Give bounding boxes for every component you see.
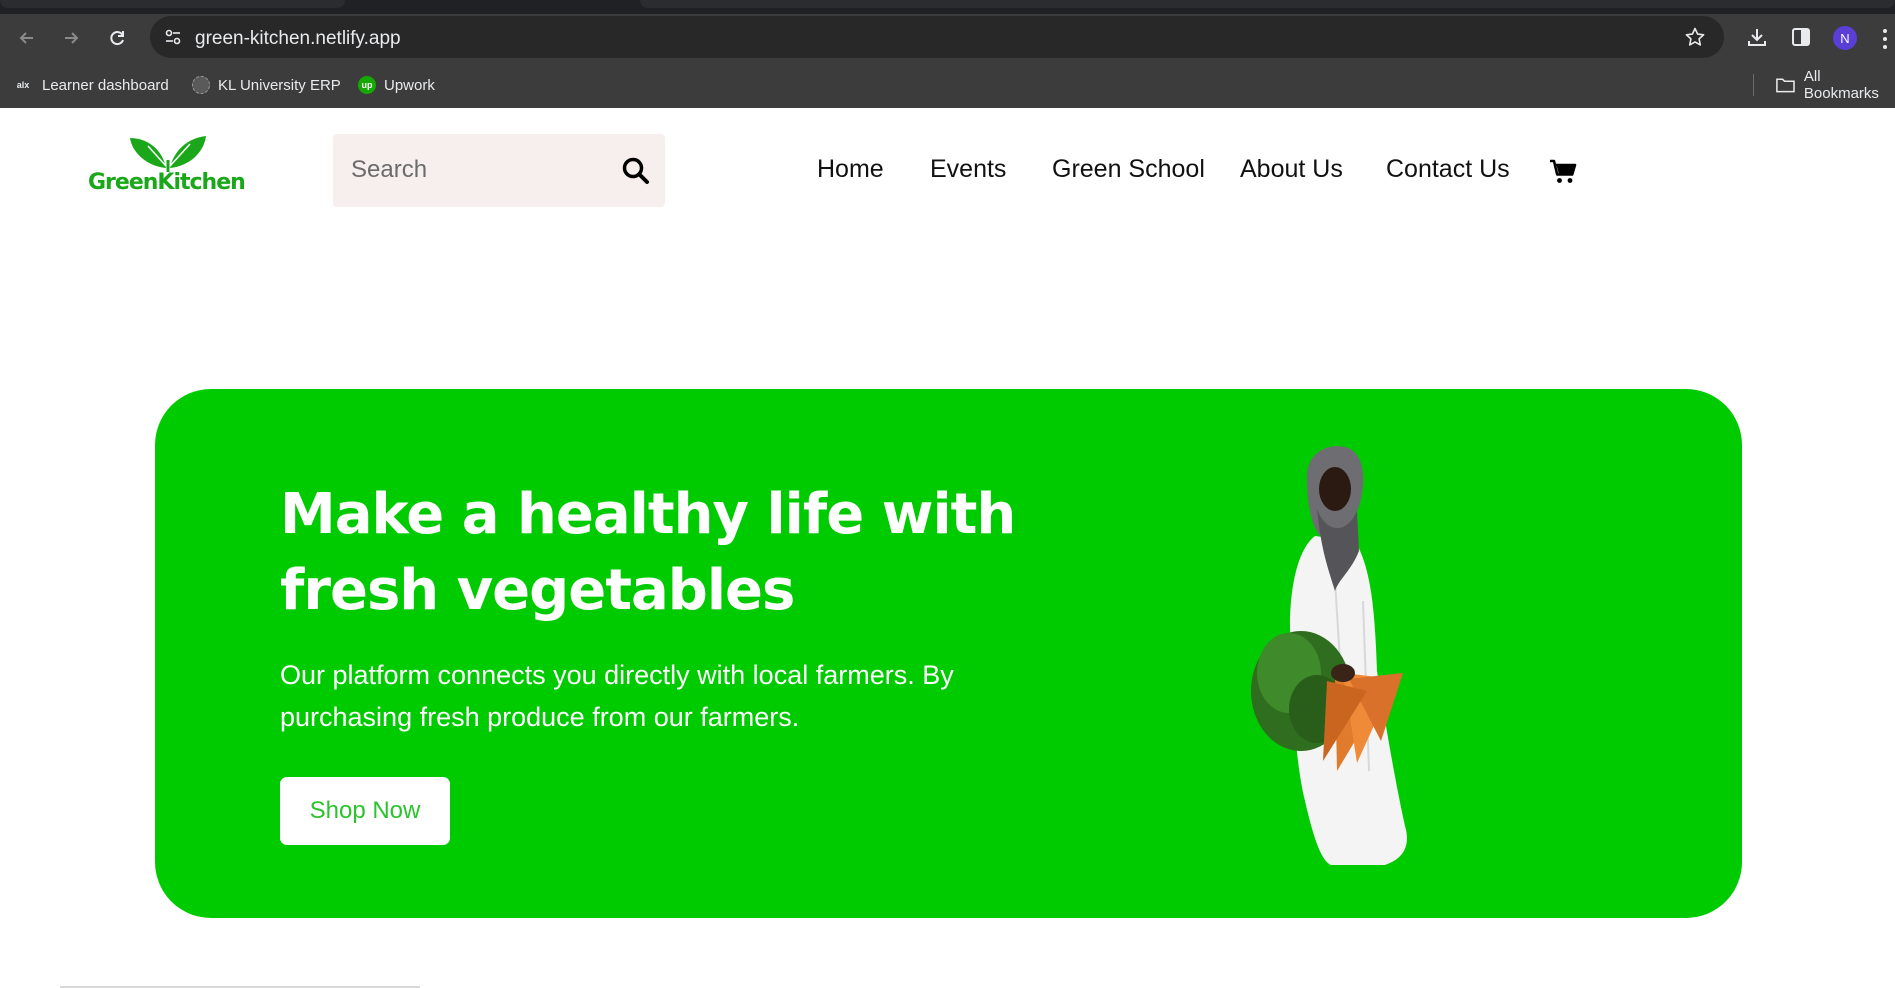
hero-title-line: Make a healthy life with [280,482,1016,547]
bookmarks-divider [1753,74,1754,96]
hero-banner: Make a healthy life with fresh vegetable… [155,389,1742,918]
folder-icon [1776,78,1795,93]
search-box [333,134,665,207]
upwork-icon: up [358,76,376,94]
kl-university-icon [192,76,210,94]
bookmark-label: Learner dashboard [42,76,169,94]
nav-contact-us[interactable]: Contact Us [1386,155,1510,184]
bookmark-kl-university-erp[interactable]: KL University ERP [192,74,341,96]
nav-events[interactable]: Events [930,155,1006,184]
hero-title-line: fresh vegetables [280,558,795,623]
all-bookmarks-button[interactable]: All Bookmarks [1775,68,1895,102]
bookmark-star-icon[interactable] [1684,26,1706,48]
address-bar[interactable]: green-kitchen.netlify.app [150,16,1724,58]
hero-text-line: Our platform connects you directly with … [280,660,954,690]
nav-about-us[interactable]: About Us [1240,155,1343,184]
back-button[interactable] [12,23,42,53]
tab-strip [0,0,1895,14]
arrow-left-icon [19,32,33,44]
bookmarks-bar: alx Learner dashboard KL University ERP … [0,61,1895,108]
all-bookmarks-label: All Bookmarks [1803,68,1879,102]
nav-home[interactable]: Home [817,155,884,184]
arrow-right-icon [65,32,79,44]
cart-icon[interactable] [1549,158,1577,186]
logo[interactable]: GreenKitchen [86,130,256,200]
nav-green-school[interactable]: Green School [1052,155,1205,184]
page: GreenKitchen Home Events Green School Ab… [0,108,1895,988]
tab-inactive[interactable] [640,0,1895,8]
site-settings-icon[interactable] [162,26,184,48]
bookmark-upwork[interactable]: up Upwork [358,74,435,96]
bookmark-label: Upwork [384,76,435,94]
url-text[interactable]: green-kitchen.netlify.app [195,28,401,50]
bookmark-label: KL University ERP [218,76,341,94]
search-icon[interactable] [621,156,651,186]
reload-icon [110,31,124,46]
forward-button[interactable] [56,23,86,53]
alx-icon: alx [16,80,30,90]
more-menu-icon[interactable] [1882,28,1888,50]
browser-toolbar: green-kitchen.netlify.app N [0,14,1895,61]
search-input[interactable] [351,150,601,190]
profile-avatar[interactable]: N [1833,26,1857,50]
hero-description: Our platform connects you directly with … [280,654,1040,738]
download-icon[interactable] [1745,25,1769,49]
tab-inactive[interactable] [0,0,345,8]
bookmark-learner-dashboard[interactable]: alx Learner dashboard [12,74,169,96]
reload-button[interactable] [102,23,132,53]
shop-now-button[interactable]: Shop Now [280,777,450,845]
logo-text: GreenKitchen [88,170,246,195]
side-panel-icon[interactable] [1789,25,1813,49]
leaf-logo-icon [130,136,206,172]
farmer-with-carrots-image [1251,446,1407,865]
hero-text-line: purchasing fresh produce from our farmer… [280,702,800,732]
hero-title: Make a healthy life with fresh vegetable… [280,477,1040,629]
